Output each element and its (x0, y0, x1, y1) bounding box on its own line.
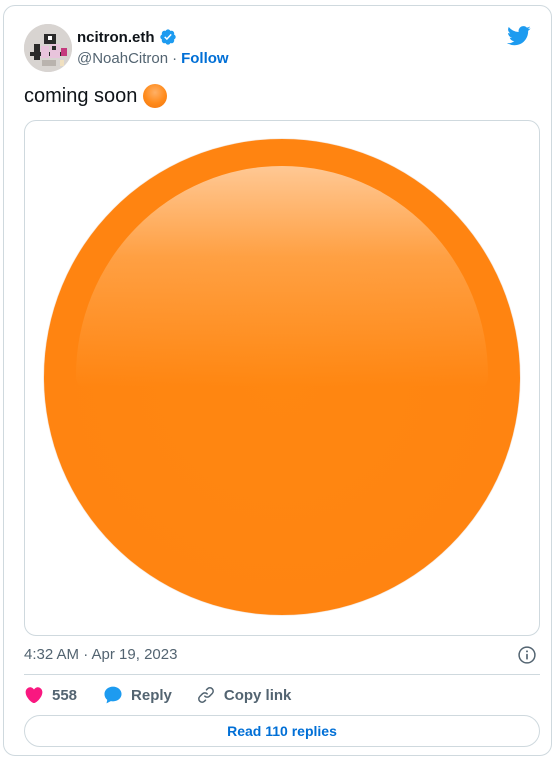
tweet-media[interactable] (24, 120, 540, 636)
avatar[interactable] (24, 24, 72, 72)
copy-link-label: Copy link (223, 686, 292, 704)
separator-dot: · (172, 50, 178, 67)
tweet-text-content: coming soon (24, 84, 138, 107)
display-name[interactable]: ncitron.eth (77, 29, 155, 46)
tweet-text: coming soon (24, 84, 168, 108)
speech-bubble-icon (104, 686, 122, 704)
reply-button[interactable]: Reply (103, 685, 172, 705)
orange-circle-image (44, 139, 520, 615)
reply-label: Reply (131, 686, 172, 704)
like-button[interactable]: 558 (24, 685, 77, 705)
follow-button[interactable]: Follow (181, 50, 229, 67)
info-icon[interactable] (517, 645, 537, 665)
orange-circle-emoji-icon (143, 84, 168, 108)
author-handle[interactable]: @NoahCitron (77, 50, 168, 67)
twitter-bird-icon[interactable] (507, 26, 531, 46)
tweet-embed-card: ncitron.eth @NoahCitron · Follow coming … (3, 5, 552, 756)
read-replies-button[interactable]: Read 110 replies (24, 715, 540, 747)
like-count: 558 (52, 686, 78, 704)
link-icon (197, 687, 214, 703)
author-handle-row: @NoahCitron · Follow (77, 50, 229, 67)
divider (24, 674, 540, 675)
tweet-timestamp[interactable]: 4:32 AM · Apr 19, 2023 (24, 646, 177, 663)
heart-icon (25, 687, 43, 704)
copy-link-button[interactable]: Copy link (196, 685, 292, 705)
verified-badge-icon (159, 29, 176, 45)
tweet-actions: 558 Reply Copy link (24, 685, 291, 705)
orange-circle-highlight (76, 166, 488, 426)
author-name-row: ncitron.eth (77, 28, 177, 46)
pixel-art-avatar-icon (24, 24, 72, 72)
